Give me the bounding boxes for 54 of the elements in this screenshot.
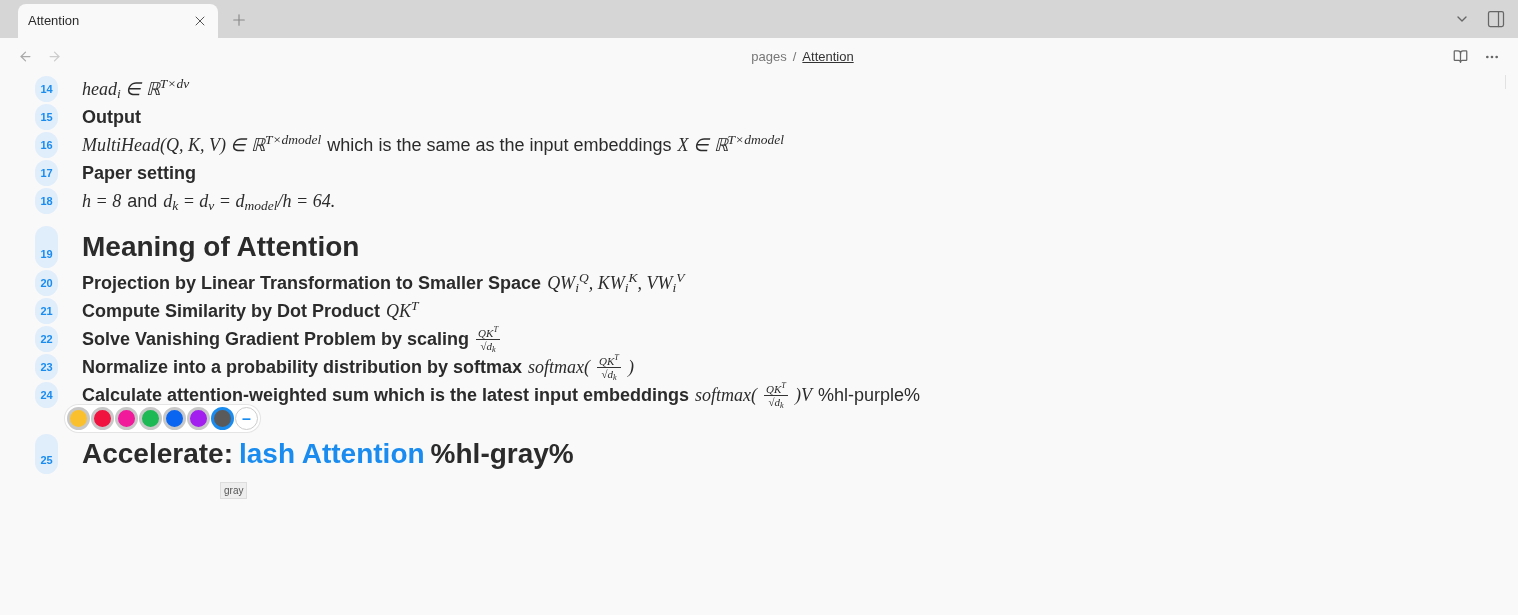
label-text: Solve Vanishing Gradient Problem by scaling [82,327,470,351]
line-number: 20 [35,270,58,296]
breadcrumb-separator: / [792,47,797,66]
math-formula: QK$^{T}$ [386,297,419,323]
label-text: Paper setting [82,161,197,185]
math-formula: d$_{k}$ = d$_{v}$ = d$_{model}$/h = 64. [163,189,336,215]
math-formula: MultiHead(Q, K, V) ∈ ℝ$^{T×dmodel}$ [82,131,322,157]
math-formula: head$_{i}$ ∈ ℝ$^{T×dv}$ [82,75,190,103]
text: and [127,189,158,213]
line-number: 18 [35,188,58,214]
line-number: 17 [35,160,58,186]
line-number: 16 [35,132,58,158]
math-formula: )V [794,383,812,407]
math-formula: ) [627,355,634,379]
label-text: Projection by Linear Transformation to Smaller Space [82,271,542,295]
math-formula: softmax( [695,383,758,407]
math-formula: h = 8 [82,189,122,213]
line-number: 23 [35,354,58,380]
color-swatch[interactable] [139,407,162,430]
fraction-formula: QK$^{T}$ √d$_{k}$ [476,326,500,352]
breadcrumb-parent[interactable]: pages [751,46,787,67]
math-formula: softmax( [528,355,591,379]
line-number: 15 [35,104,58,130]
fraction-formula: QK$^{T}$ √d$_{k}$ [764,382,788,408]
tooltip: gray [220,482,248,499]
label-text: Normalize into a probability distribution by softmax [82,355,523,379]
color-swatch[interactable] [187,407,210,430]
color-swatch[interactable] [91,407,114,430]
label-text: Compute Similarity by Dot Product [82,299,381,323]
color-swatch[interactable] [211,407,234,430]
book-icon[interactable] [1453,49,1468,64]
heading-text: %hl-gray% [430,437,574,471]
label-text: Calculate attention-weighted sum which is the latest input embeddings [82,383,690,407]
color-swatch[interactable] [67,407,90,430]
label-text: Output [82,105,141,129]
line-number: 19 [35,226,58,268]
color-swatch[interactable] [115,407,138,430]
line-number: 21 [35,298,58,324]
fraction-formula: QK$^{T}$ √d$_{k}$ [597,354,621,380]
line-number: 24 [35,382,58,408]
color-swatch[interactable] [163,407,186,430]
text: which is the same as the input embeddings [327,133,672,157]
text: %hl-purple% [817,383,920,407]
line-number: 25 [35,434,58,474]
heading-text: Meaning of Attention [82,230,360,264]
tab[interactable]: Attention [18,4,218,38]
sidebar-toggle-icon[interactable] [1486,9,1506,29]
breadcrumb-current[interactable]: Attention [802,46,854,67]
heading-text: Accelerate: [82,437,233,471]
link[interactable]: lash Attention [239,433,425,475]
line-number: 14 [35,76,58,102]
remove-color-button[interactable]: – [235,407,258,430]
line-number: 22 [35,326,58,352]
math-formula: X ∈ ℝ$^{T×dmodel}$ [677,131,784,157]
